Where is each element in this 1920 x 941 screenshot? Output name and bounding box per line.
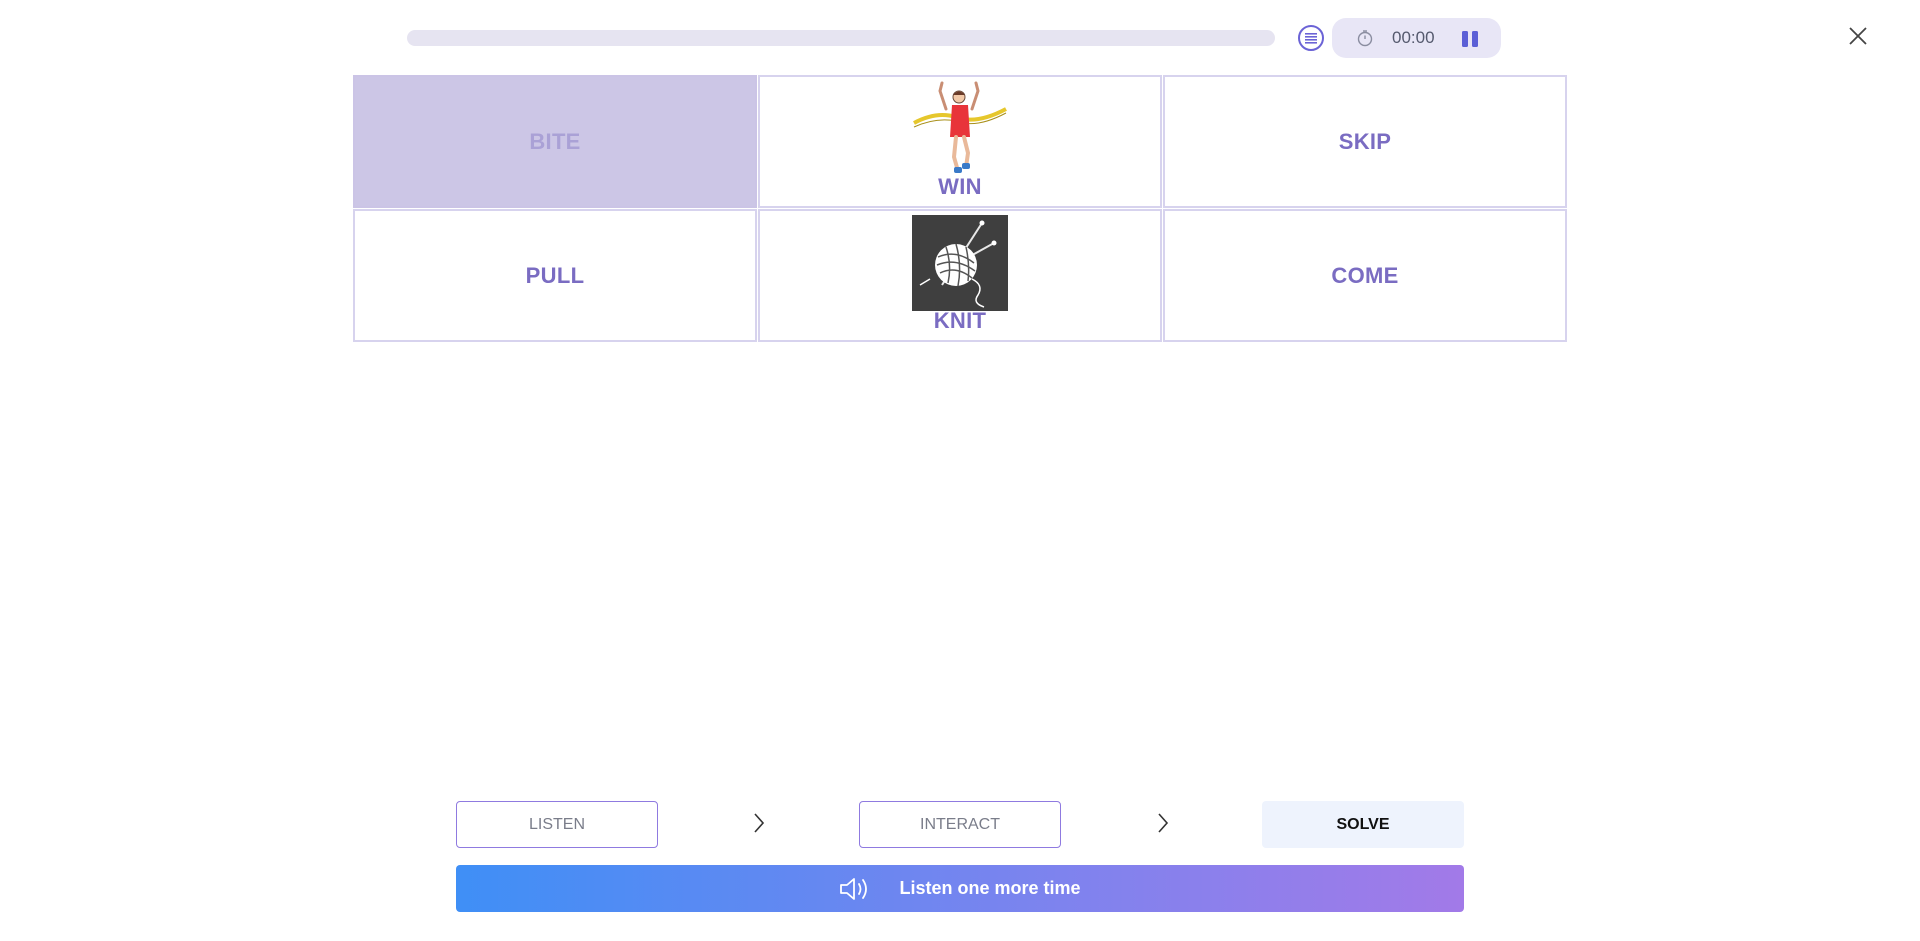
speaker-icon: [840, 877, 868, 900]
step-interact-button[interactable]: INTERACT: [859, 801, 1061, 848]
list-button[interactable]: [1298, 25, 1324, 51]
list-icon: [1305, 33, 1317, 44]
close-icon[interactable]: [1846, 24, 1870, 48]
word-label: SKIP: [1338, 128, 1392, 154]
runner-illustration: [913, 81, 1007, 173]
word-card-skip[interactable]: SKIP: [1163, 75, 1567, 208]
word-card-bite[interactable]: BITE: [353, 75, 757, 208]
listen-again-label: Listen one more time: [899, 878, 1081, 898]
word-grid: BITE WIN SKIP PULL KNIT COME: [353, 75, 1567, 342]
word-card-win[interactable]: WIN: [758, 75, 1162, 208]
pause-icon[interactable]: [1458, 28, 1482, 50]
listen-one-more-time-button[interactable]: Listen one more time: [456, 865, 1464, 912]
word-card-pull[interactable]: PULL: [353, 209, 757, 342]
step-listen-button[interactable]: LISTEN: [456, 801, 658, 848]
progress-bar: [407, 30, 1275, 46]
word-label: COME: [1331, 262, 1399, 288]
clock-icon: [1357, 30, 1373, 47]
chevron-right-icon: [754, 813, 765, 833]
step-solve-button[interactable]: SOLVE: [1262, 801, 1464, 848]
chevron-right-icon: [1158, 813, 1169, 833]
word-label: BITE: [529, 128, 581, 154]
timer-value: 00:00: [1392, 28, 1435, 47]
word-label: WIN: [938, 174, 982, 199]
yarn-ball-illustration: [912, 215, 1008, 311]
word-label: PULL: [525, 262, 585, 288]
word-card-come[interactable]: COME: [1163, 209, 1567, 342]
word-label: KNIT: [933, 308, 987, 333]
timer: 00:00: [1332, 18, 1501, 58]
exercise-page: 00:00 BITE WIN SKIP PULL KNIT COME LISTE…: [0, 0, 1920, 941]
word-card-knit[interactable]: KNIT: [758, 209, 1162, 342]
